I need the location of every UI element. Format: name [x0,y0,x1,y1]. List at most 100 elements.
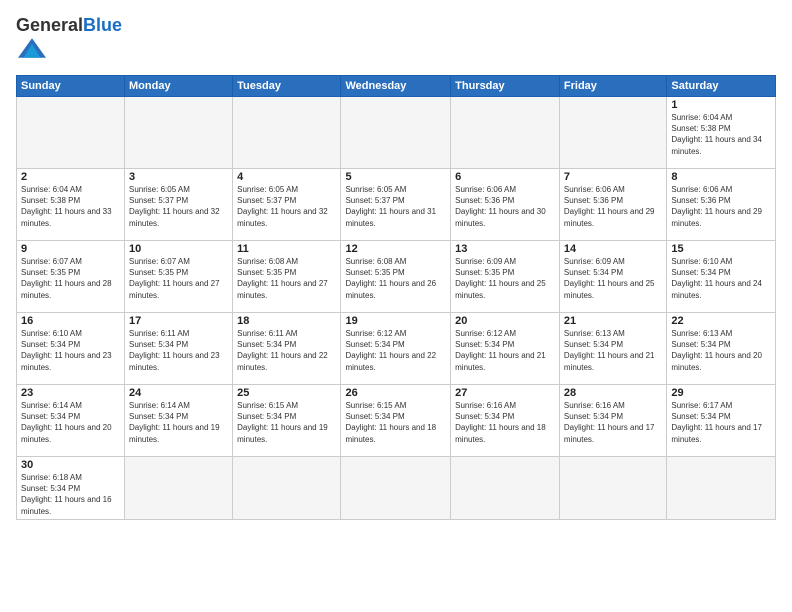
calendar-cell: 25Sunrise: 6:15 AMSunset: 5:34 PMDayligh… [233,385,341,457]
day-number: 23 [21,387,120,399]
day-number: 29 [671,387,771,399]
day-info: Sunrise: 6:05 AMSunset: 5:37 PMDaylight:… [237,184,336,229]
calendar-cell [559,457,666,520]
day-info: Sunrise: 6:06 AMSunset: 5:36 PMDaylight:… [564,184,662,229]
calendar-cell: 30Sunrise: 6:18 AMSunset: 5:34 PMDayligh… [17,457,125,520]
calendar-cell: 11Sunrise: 6:08 AMSunset: 5:35 PMDayligh… [233,241,341,313]
calendar: SundayMondayTuesdayWednesdayThursdayFrid… [16,75,776,520]
calendar-cell: 22Sunrise: 6:13 AMSunset: 5:34 PMDayligh… [667,313,776,385]
calendar-cell: 13Sunrise: 6:09 AMSunset: 5:35 PMDayligh… [451,241,560,313]
calendar-cell: 19Sunrise: 6:12 AMSunset: 5:34 PMDayligh… [341,313,451,385]
calendar-cell: 26Sunrise: 6:15 AMSunset: 5:34 PMDayligh… [341,385,451,457]
day-info: Sunrise: 6:12 AMSunset: 5:34 PMDaylight:… [345,328,446,373]
calendar-cell: 29Sunrise: 6:17 AMSunset: 5:34 PMDayligh… [667,385,776,457]
day-number: 11 [237,243,336,255]
logo: GeneralBlue [16,16,122,67]
day-number: 7 [564,171,662,183]
weekday-header-saturday: Saturday [667,76,776,97]
logo-blue: Blue [83,15,122,35]
calendar-week-5: 30Sunrise: 6:18 AMSunset: 5:34 PMDayligh… [17,457,776,520]
day-number: 27 [455,387,555,399]
day-info: Sunrise: 6:07 AMSunset: 5:35 PMDaylight:… [21,256,120,301]
calendar-cell: 21Sunrise: 6:13 AMSunset: 5:34 PMDayligh… [559,313,666,385]
day-number: 24 [129,387,228,399]
calendar-cell: 12Sunrise: 6:08 AMSunset: 5:35 PMDayligh… [341,241,451,313]
day-info: Sunrise: 6:08 AMSunset: 5:35 PMDaylight:… [237,256,336,301]
day-info: Sunrise: 6:13 AMSunset: 5:34 PMDaylight:… [564,328,662,373]
calendar-cell: 20Sunrise: 6:12 AMSunset: 5:34 PMDayligh… [451,313,560,385]
day-number: 15 [671,243,771,255]
day-info: Sunrise: 6:11 AMSunset: 5:34 PMDaylight:… [129,328,228,373]
day-number: 25 [237,387,336,399]
day-info: Sunrise: 6:06 AMSunset: 5:36 PMDaylight:… [671,184,771,229]
calendar-cell [667,457,776,520]
day-number: 26 [345,387,446,399]
day-number: 6 [455,171,555,183]
day-number: 10 [129,243,228,255]
calendar-cell: 4Sunrise: 6:05 AMSunset: 5:37 PMDaylight… [233,169,341,241]
calendar-cell [341,457,451,520]
day-info: Sunrise: 6:08 AMSunset: 5:35 PMDaylight:… [345,256,446,301]
day-number: 3 [129,171,228,183]
calendar-cell: 8Sunrise: 6:06 AMSunset: 5:36 PMDaylight… [667,169,776,241]
weekday-header-thursday: Thursday [451,76,560,97]
day-info: Sunrise: 6:16 AMSunset: 5:34 PMDaylight:… [455,400,555,445]
day-info: Sunrise: 6:10 AMSunset: 5:34 PMDaylight:… [671,256,771,301]
weekday-header-monday: Monday [125,76,233,97]
weekday-header-sunday: Sunday [17,76,125,97]
day-info: Sunrise: 6:06 AMSunset: 5:36 PMDaylight:… [455,184,555,229]
day-info: Sunrise: 6:14 AMSunset: 5:34 PMDaylight:… [129,400,228,445]
calendar-cell [125,97,233,169]
logo-text: GeneralBlue [16,16,122,34]
day-info: Sunrise: 6:18 AMSunset: 5:34 PMDaylight:… [21,472,120,517]
calendar-cell: 23Sunrise: 6:14 AMSunset: 5:34 PMDayligh… [17,385,125,457]
day-number: 4 [237,171,336,183]
day-info: Sunrise: 6:10 AMSunset: 5:34 PMDaylight:… [21,328,120,373]
calendar-cell: 9Sunrise: 6:07 AMSunset: 5:35 PMDaylight… [17,241,125,313]
weekday-header-row: SundayMondayTuesdayWednesdayThursdayFrid… [17,76,776,97]
calendar-cell: 16Sunrise: 6:10 AMSunset: 5:34 PMDayligh… [17,313,125,385]
calendar-cell: 15Sunrise: 6:10 AMSunset: 5:34 PMDayligh… [667,241,776,313]
day-info: Sunrise: 6:12 AMSunset: 5:34 PMDaylight:… [455,328,555,373]
calendar-cell: 6Sunrise: 6:06 AMSunset: 5:36 PMDaylight… [451,169,560,241]
day-number: 16 [21,315,120,327]
day-number: 8 [671,171,771,183]
calendar-cell [341,97,451,169]
day-info: Sunrise: 6:17 AMSunset: 5:34 PMDaylight:… [671,400,771,445]
day-number: 2 [21,171,120,183]
day-info: Sunrise: 6:04 AMSunset: 5:38 PMDaylight:… [21,184,120,229]
day-number: 14 [564,243,662,255]
calendar-cell [559,97,666,169]
calendar-cell: 28Sunrise: 6:16 AMSunset: 5:34 PMDayligh… [559,385,666,457]
calendar-week-4: 23 Sunrise: 6:14 AMSunset: 5:34 PMDayligh… [17,385,776,457]
day-number: 17 [129,315,228,327]
day-info: Sunrise: 6:05 AMSunset: 5:37 PMDaylight:… [129,184,228,229]
day-number: 28 [564,387,662,399]
day-info: Sunrise: 6:13 AMSunset: 5:34 PMDaylight:… [671,328,771,373]
weekday-header-tuesday: Tuesday [233,76,341,97]
calendar-cell: 7Sunrise: 6:06 AMSunset: 5:36 PMDaylight… [559,169,666,241]
calendar-cell [17,97,125,169]
day-number: 30 [21,459,120,471]
calendar-cell: 5Sunrise: 6:05 AMSunset: 5:37 PMDaylight… [341,169,451,241]
day-number: 21 [564,315,662,327]
header: GeneralBlue [16,12,776,67]
calendar-cell: 24Sunrise: 6:14 AMSunset: 5:34 PMDayligh… [125,385,233,457]
day-info: Sunrise: 6:15 AMSunset: 5:34 PMDaylight:… [345,400,446,445]
calendar-week-3: 16Sunrise: 6:10 AMSunset: 5:34 PMDayligh… [17,313,776,385]
weekday-header-wednesday: Wednesday [341,76,451,97]
calendar-cell: 27Sunrise: 6:16 AMSunset: 5:34 PMDayligh… [451,385,560,457]
day-info: Sunrise: 6:05 AMSunset: 5:37 PMDaylight:… [345,184,446,229]
calendar-cell: 10Sunrise: 6:07 AMSunset: 5:35 PMDayligh… [125,241,233,313]
day-number: 22 [671,315,771,327]
calendar-cell [125,457,233,520]
calendar-week-0: 1Sunrise: 6:04 AMSunset: 5:38 PMDaylight… [17,97,776,169]
day-info: Sunrise: 6:09 AMSunset: 5:35 PMDaylight:… [455,256,555,301]
day-info: Sunrise: 6:07 AMSunset: 5:35 PMDaylight:… [129,256,228,301]
weekday-header-friday: Friday [559,76,666,97]
calendar-week-2: 9Sunrise: 6:07 AMSunset: 5:35 PMDaylight… [17,241,776,313]
calendar-cell: 3Sunrise: 6:05 AMSunset: 5:37 PMDaylight… [125,169,233,241]
calendar-cell [451,457,560,520]
calendar-cell: 14Sunrise: 6:09 AMSunset: 5:34 PMDayligh… [559,241,666,313]
page: GeneralBlue SundayMondayTuesdayWednesday… [0,0,792,612]
